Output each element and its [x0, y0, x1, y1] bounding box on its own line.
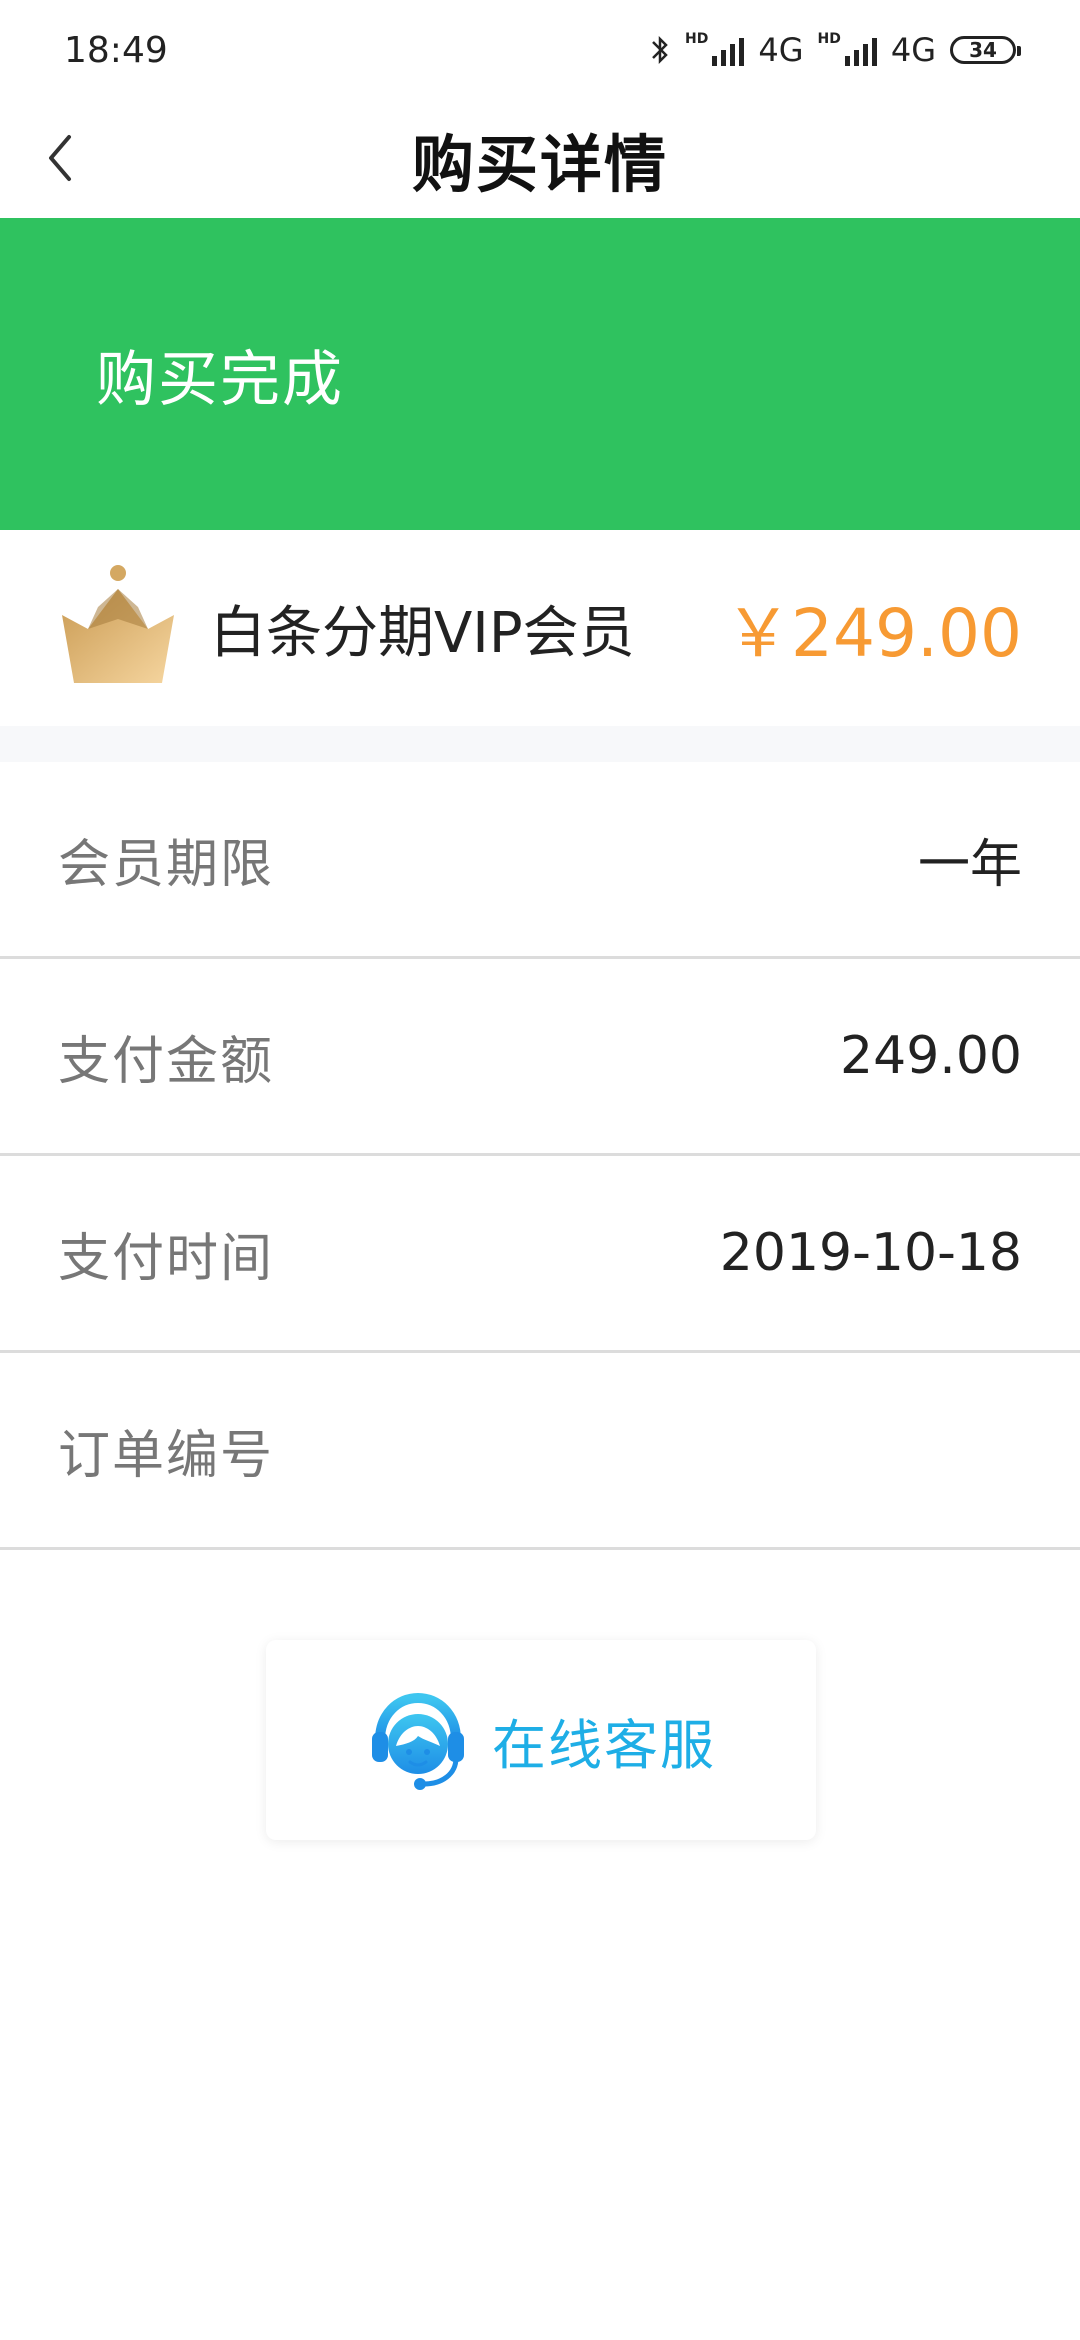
- status-bar: 18:49 HD 4G HD 4G 34: [0, 0, 1080, 100]
- network-label-1: 4G: [758, 31, 804, 69]
- detail-row-membership-period: 会员期限 一年: [0, 762, 1080, 959]
- product-name: 白条分期VIP会员: [210, 600, 635, 666]
- detail-label: 会员期限: [58, 834, 275, 895]
- online-service-label: 在线客服: [492, 1713, 716, 1777]
- product-row: 白条分期VIP会员 ￥249.00: [0, 530, 1080, 726]
- chevron-left-icon: [49, 135, 71, 181]
- online-service-button[interactable]: 在线客服: [266, 1640, 816, 1840]
- detail-value: 249.00: [840, 1026, 1022, 1086]
- product-price: ￥249.00: [725, 595, 1022, 672]
- battery-level: 34: [969, 38, 997, 62]
- back-button[interactable]: [30, 128, 90, 188]
- hd-icon: HD: [685, 31, 709, 47]
- status-banner: 购买完成: [0, 218, 1080, 530]
- bluetooth-icon: [652, 35, 668, 65]
- section-divider: [0, 726, 1080, 762]
- order-details: 会员期限 一年 支付金额 249.00 支付时间 2019-10-18 订单编号: [0, 762, 1080, 1550]
- hd-icon: HD: [817, 31, 841, 47]
- detail-label: 支付金额: [58, 1031, 275, 1092]
- detail-row-payment-amount: 支付金额 249.00: [0, 959, 1080, 1156]
- status-time: 18:49: [64, 29, 168, 71]
- detail-row-order-number: 订单编号: [0, 1353, 1080, 1550]
- signal-icon: [712, 34, 745, 66]
- detail-label: 支付时间: [58, 1228, 275, 1289]
- battery-icon: 34: [950, 36, 1021, 64]
- page-title: 购买详情: [411, 128, 668, 201]
- signal-icon: [844, 34, 877, 66]
- detail-value: 2019-10-18: [719, 1223, 1022, 1283]
- nav-bar: 购买详情: [0, 100, 1080, 218]
- detail-value: 一年: [917, 834, 1022, 895]
- status-icons: HD 4G HD 4G 34: [649, 31, 1021, 69]
- crown-icon: [62, 565, 174, 683]
- purchase-status-text: 购买完成: [96, 344, 344, 415]
- network-label-2: 4G: [890, 31, 936, 69]
- detail-label: 订单编号: [58, 1425, 275, 1486]
- detail-row-payment-time: 支付时间 2019-10-18: [0, 1156, 1080, 1353]
- customer-service-icon: [372, 1692, 464, 1790]
